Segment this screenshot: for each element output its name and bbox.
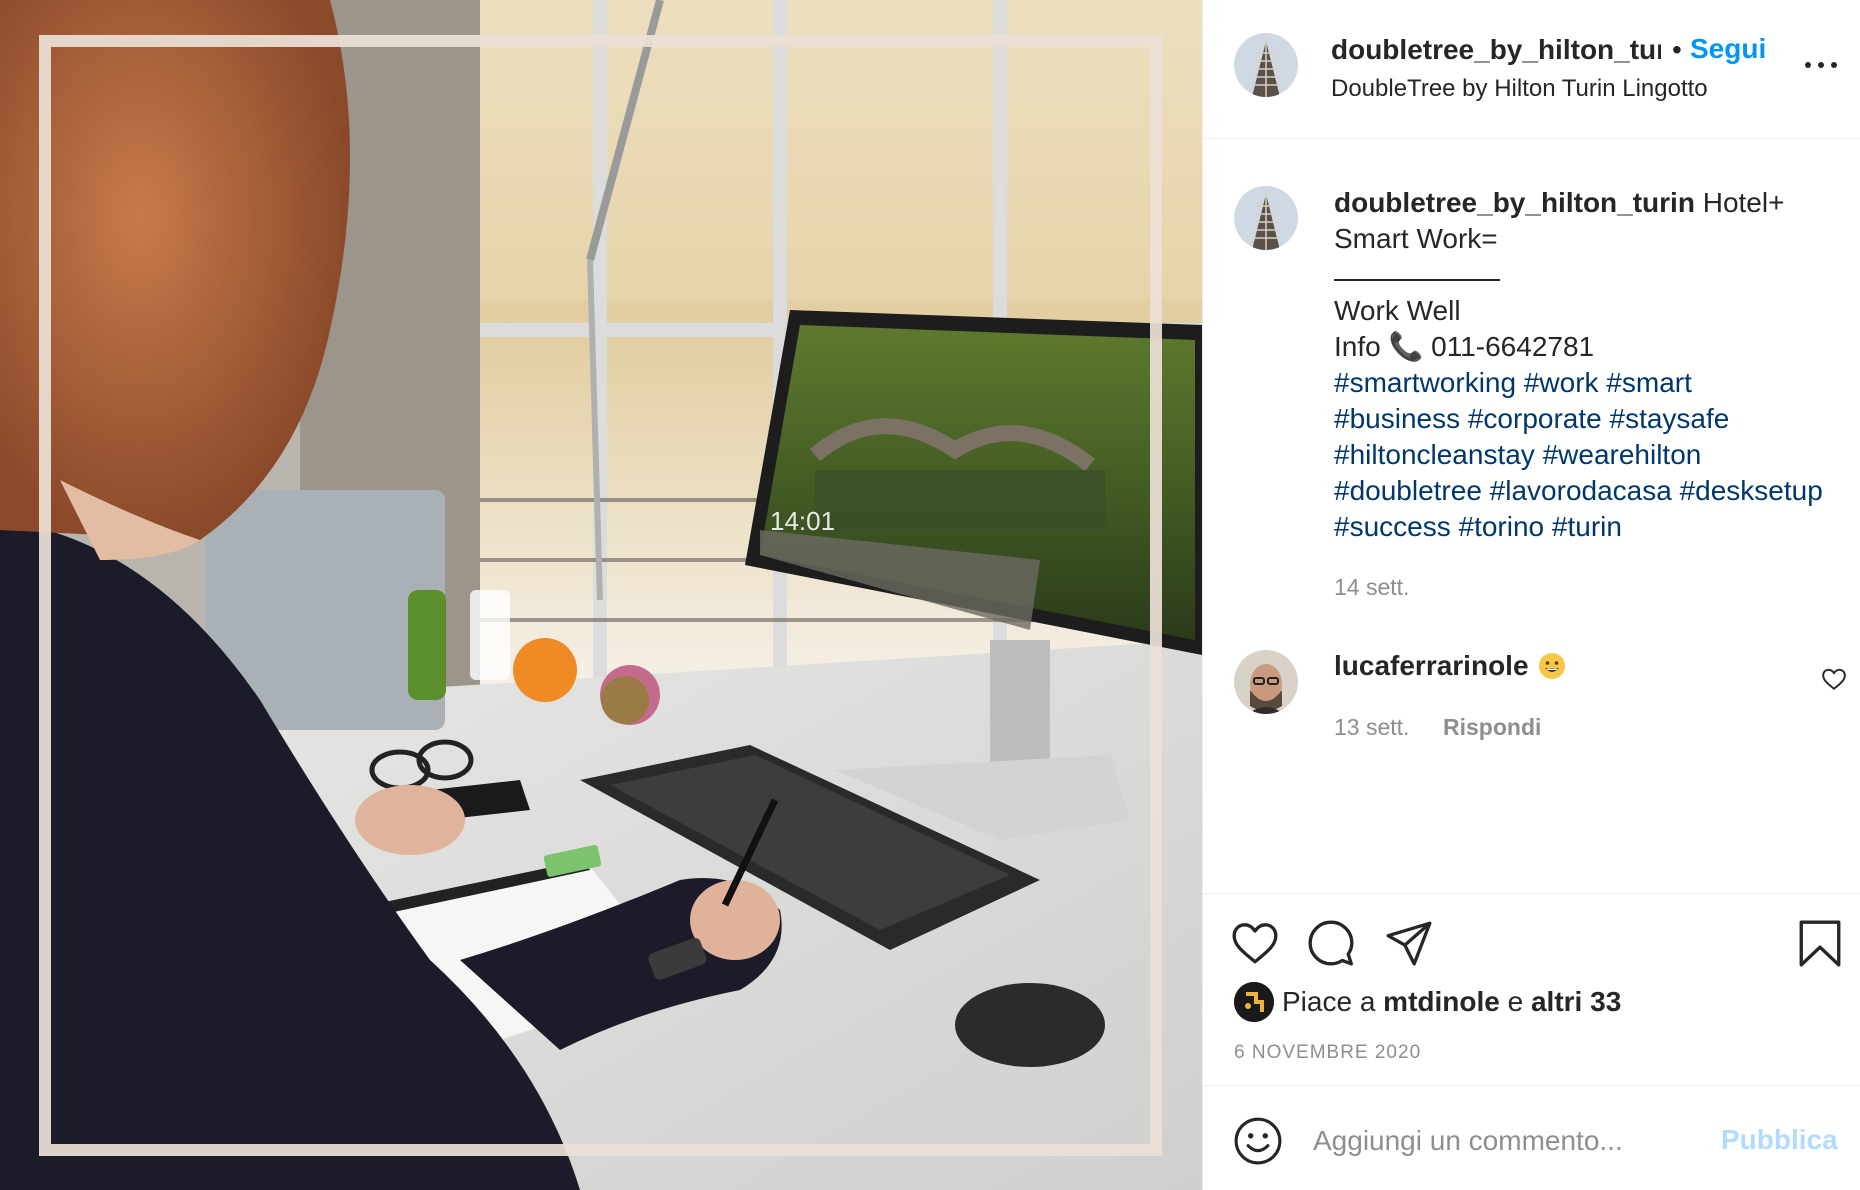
caption-avatar[interactable] — [1234, 186, 1298, 250]
paper-plane-icon[interactable] — [1384, 918, 1434, 968]
hashtag-line[interactable]: #smartworking #work #smart — [1334, 365, 1844, 401]
caption-info-line: Info 📞 011-6642781 — [1334, 329, 1844, 365]
comment-bubble-icon[interactable] — [1306, 918, 1356, 968]
caption-text-1: Hotel+ — [1694, 187, 1785, 218]
follow-button[interactable]: Segui — [1690, 33, 1766, 65]
add-comment-input[interactable] — [1313, 1116, 1713, 1166]
bookmark-icon[interactable] — [1795, 918, 1845, 968]
header-separator: • — [1672, 34, 1682, 65]
hashtag-line[interactable]: #doubletree #lavorodacasa #desksetup — [1334, 473, 1844, 509]
post-photo-illustration: 14:01 — [0, 0, 1202, 1190]
grinning-face-emoji-icon — [1539, 653, 1565, 679]
likes-summary[interactable]: Piace a mtdinole e altri 33 — [1234, 982, 1621, 1022]
hashtag-line[interactable]: #hiltoncleanstay #wearehilton — [1334, 437, 1844, 473]
post-actions: Piace a mtdinole e altri 33 6 NOVEMBRE 2… — [1203, 893, 1860, 1085]
likes-middle: e — [1499, 986, 1531, 1017]
heart-icon[interactable] — [1230, 918, 1280, 968]
liker-avatar[interactable] — [1234, 982, 1274, 1022]
comment-like-heart-icon[interactable] — [1821, 666, 1847, 692]
publish-button[interactable]: Pubblica — [1721, 1124, 1838, 1156]
caption-line-1: doubletree_by_hilton_turin Hotel+ — [1334, 185, 1844, 221]
add-comment-bar: Pubblica — [1203, 1085, 1860, 1190]
account-avatar[interactable] — [1234, 33, 1298, 97]
likes-prefix: Piace a — [1282, 986, 1384, 1017]
post-side-panel: doubletree_by_hilton_turi • Segui Double… — [1202, 0, 1860, 1190]
caption-info-label: Info — [1334, 331, 1389, 362]
caption-time[interactable]: 14 sett. — [1334, 574, 1409, 601]
commenter-avatar[interactable] — [1234, 650, 1298, 714]
hashtag-line[interactable]: #business #corporate #staysafe — [1334, 401, 1844, 437]
smiley-icon[interactable] — [1233, 1116, 1283, 1166]
header-username[interactable]: doubletree_by_hilton_turi — [1331, 34, 1661, 66]
post-date[interactable]: 6 NOVEMBRE 2020 — [1234, 1042, 1421, 1064]
caption-phone: 011-6642781 — [1423, 331, 1595, 362]
caption-username[interactable]: doubletree_by_hilton_turin — [1334, 187, 1695, 218]
phone-icon: 📞 — [1388, 331, 1424, 362]
post-header: doubletree_by_hilton_turi • Segui Double… — [1203, 0, 1860, 139]
comment-time[interactable]: 13 sett. — [1334, 714, 1409, 741]
caption-divider — [1334, 257, 1844, 293]
likes-text: Piace a mtdinole e altri 33 — [1282, 986, 1621, 1018]
post-caption: doubletree_by_hilton_turin Hotel+ Smart … — [1334, 185, 1844, 545]
hashtag-line[interactable]: #success #torino #turin — [1334, 509, 1844, 545]
caption-text-3: Work Well — [1334, 295, 1461, 326]
liker-username[interactable]: mtdinole — [1383, 986, 1500, 1017]
post-photo[interactable]: 14:01 — [0, 0, 1202, 1190]
reply-button[interactable]: Rispondi — [1443, 714, 1541, 741]
svg-text:14:01: 14:01 — [770, 506, 835, 536]
post-location[interactable]: DoubleTree by Hilton Turin Lingotto — [1331, 75, 1708, 103]
comment-username[interactable]: lucaferrarinole — [1334, 650, 1529, 682]
likes-others[interactable]: altri 33 — [1531, 986, 1621, 1017]
more-options-icon[interactable] — [1803, 54, 1839, 74]
caption-text-2: Smart Work= — [1334, 223, 1498, 254]
